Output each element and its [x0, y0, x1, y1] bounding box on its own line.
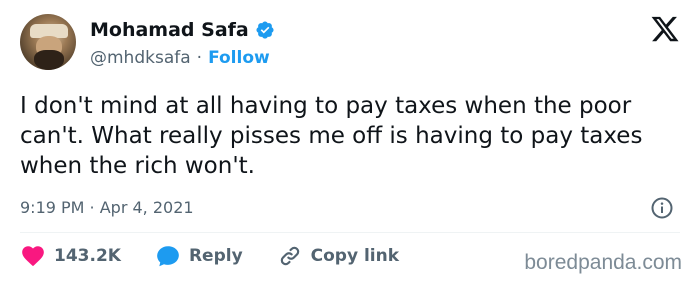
heart-icon: [22, 246, 44, 267]
watermark: boredpanda.com: [524, 251, 682, 274]
verified-badge-icon: [256, 21, 274, 39]
like-count: 143.2K: [54, 246, 121, 266]
divider: [20, 232, 680, 233]
author-handle-row: @mhdksafa · Follow: [90, 48, 270, 68]
avatar[interactable]: [20, 14, 76, 70]
reply-label: Reply: [188, 246, 243, 266]
info-icon[interactable]: [650, 196, 674, 220]
tweet-card: Mohamad Safa @mhdksafa · Follow I don't …: [0, 0, 700, 287]
like-button[interactable]: 143.2K: [20, 243, 121, 269]
author-display-name[interactable]: Mohamad Safa: [90, 19, 249, 41]
tweet-timestamp[interactable]: 9:19 PM · Apr 4, 2021: [20, 198, 194, 217]
copy-link-button[interactable]: Copy link: [277, 243, 399, 269]
speech-bubble-icon: [157, 246, 179, 267]
avatar-beard: [34, 50, 64, 70]
handle-separator: ·: [196, 48, 203, 68]
follow-button[interactable]: Follow: [208, 48, 270, 68]
copy-link-label: Copy link: [310, 246, 400, 266]
author-name-row: Mohamad Safa: [90, 19, 275, 41]
tweet-text: I don't mind at all having to pay taxes …: [20, 93, 643, 179]
x-logo-icon[interactable]: [650, 14, 680, 44]
link-icon: [280, 246, 299, 266]
reply-button[interactable]: Reply: [155, 243, 243, 269]
author-handle[interactable]: @mhdksafa: [90, 48, 191, 68]
tweet-actions: 143.2K Reply Copy link: [20, 243, 433, 269]
